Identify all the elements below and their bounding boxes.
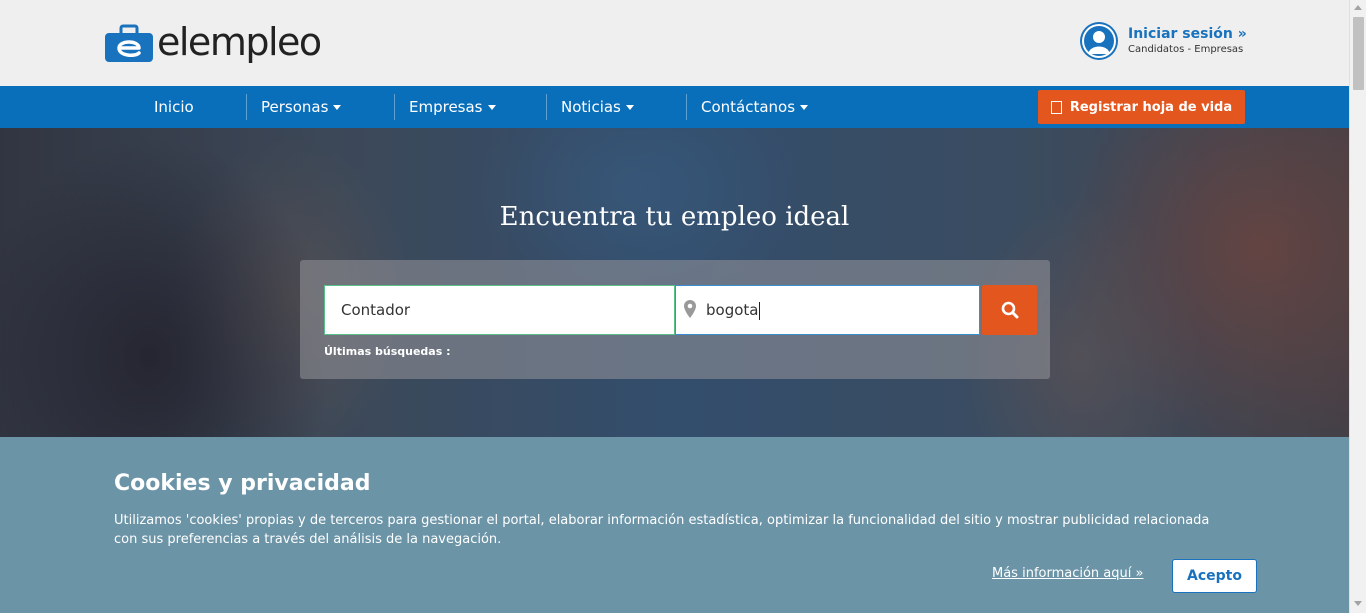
nav-item-label: Contáctanos [701,98,796,116]
nav-item-label: Personas [261,98,329,116]
scroll-thumb[interactable] [1353,17,1364,90]
caret-down-icon [800,105,809,110]
login-area[interactable]: Iniciar sesión » Candidatos - Empresas [1080,22,1247,60]
nav-item-empresas[interactable]: Empresas [409,86,496,128]
accept-cookies-button[interactable]: Acepto [1172,559,1257,593]
search-panel: Contador bogota Últimas búsquedas : [300,260,1050,379]
hero-title: Encuentra tu empleo ideal [499,202,850,232]
main-nav: Inicio Personas Empresas Noticias Contác… [0,86,1349,128]
user-avatar-icon[interactable] [1080,22,1118,60]
nav-item-noticias[interactable]: Noticias [561,86,634,128]
site-header: elempleo Iniciar sesión » Candidatos - E… [0,0,1349,86]
scroll-up-arrow-icon[interactable] [1354,5,1362,10]
job-keyword-value: Contador [341,301,411,319]
recent-searches-label: Últimas búsquedas : [324,345,451,358]
nav-divider [546,94,547,120]
nav-item-personas[interactable]: Personas [261,86,342,128]
search-icon [1001,301,1018,319]
caret-down-icon [625,105,634,110]
job-keyword-input[interactable]: Contador [324,285,675,335]
nav-item-label: Empresas [409,98,483,116]
nav-item-contactanos[interactable]: Contáctanos [701,86,809,128]
nav-item-label: Inicio [154,98,194,116]
map-pin-icon [684,300,696,318]
logo-wordmark: elempleo [157,20,322,64]
cookie-banner: Cookies y privacidad Utilizamos 'cookies… [0,437,1349,613]
nav-divider [246,94,247,120]
location-value: bogota [706,301,759,319]
nav-item-label: Noticias [561,98,621,116]
search-button[interactable] [982,285,1037,335]
register-cv-label: Registrar hoja de vida [1069,99,1233,115]
caret-down-icon [487,105,496,110]
scroll-down-arrow-icon[interactable] [1354,601,1362,606]
caret-down-icon [333,105,342,110]
document-icon [1050,100,1062,114]
register-cv-button[interactable]: Registrar hoja de vida [1038,90,1245,124]
hero-banner: Encuentra tu empleo ideal Contador bogot… [0,128,1349,437]
cookie-title: Cookies y privacidad [114,471,371,496]
cookie-text: Utilizamos 'cookies' propias y de tercer… [114,513,1210,547]
nav-divider [394,94,395,120]
nav-divider [686,94,687,120]
page-scrollbar[interactable] [1349,0,1366,613]
location-input[interactable]: bogota [675,285,980,335]
login-subtitle: Candidatos - Empresas [1128,44,1244,55]
site-logo[interactable]: elempleo [105,16,322,68]
login-link[interactable]: Iniciar sesión » [1128,25,1247,43]
briefcase-e-logo-icon [105,22,153,62]
nav-item-inicio[interactable]: Inicio [154,86,194,128]
more-info-link[interactable]: Más información aquí » [992,566,1143,581]
text-cursor [759,301,761,320]
